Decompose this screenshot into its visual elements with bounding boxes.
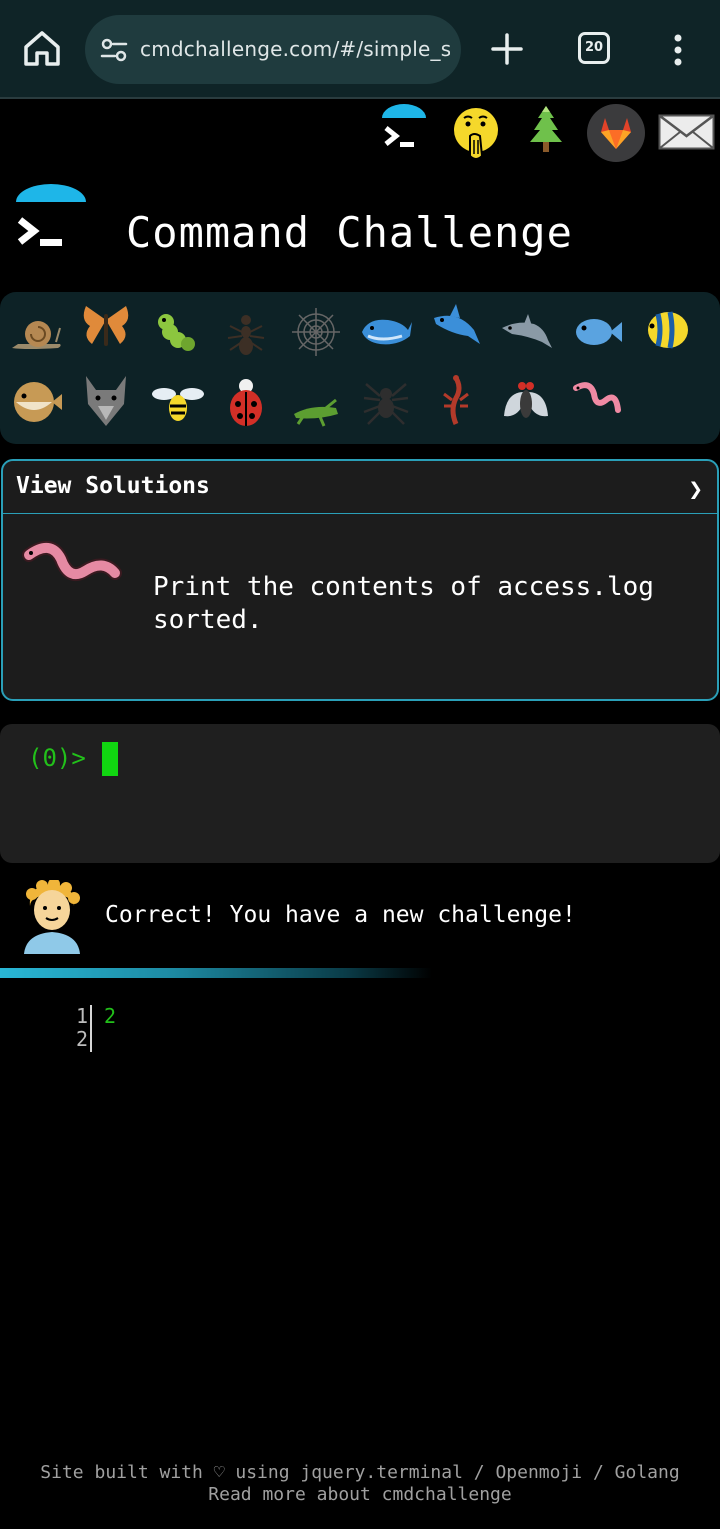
mail-icon[interactable] — [658, 114, 715, 150]
shark-icon[interactable] — [428, 300, 484, 356]
page-title: Command Challenge — [126, 208, 573, 257]
terminal-input[interactable]: (0)> — [0, 724, 720, 863]
face-hand-over-mouth-icon[interactable] — [450, 106, 502, 164]
site-settings-icon[interactable] — [99, 35, 129, 65]
tropical-fish-icon[interactable] — [640, 302, 696, 358]
line-number: 2 — [75, 1027, 88, 1051]
pufferfish-icon[interactable] — [8, 374, 64, 430]
cricket-icon[interactable] — [288, 378, 344, 434]
more-menu-icon[interactable] — [664, 30, 692, 70]
caterpillar-icon[interactable] — [150, 306, 206, 362]
challenge-description-line2: sorted. — [153, 605, 263, 635]
chevron-right-icon[interactable]: ❯ — [689, 475, 703, 503]
tab-switcher-button[interactable]: 20 — [578, 32, 610, 64]
dolphin-icon[interactable] — [498, 302, 554, 358]
home-icon[interactable] — [20, 26, 64, 70]
terminal-prompt: (0)> — [28, 744, 86, 772]
output-line-numbers: 1 2 — [60, 1005, 92, 1052]
spider-icon[interactable] — [358, 374, 414, 430]
feedback-message: Correct! You have a new challenge! — [105, 902, 576, 928]
url-text[interactable]: cmdchallenge.com/#/simple_sor — [140, 37, 450, 61]
view-solutions-label[interactable]: View Solutions — [16, 473, 210, 499]
terminal-cursor[interactable] — [102, 742, 118, 776]
footer-credits[interactable]: Site built with ♡ using jquery.terminal … — [0, 1462, 720, 1484]
browser-toolbar: cmdchallenge.com/#/simple_sor 20 — [0, 0, 720, 99]
bee-icon[interactable] — [150, 376, 206, 432]
worm-icon[interactable] — [568, 374, 624, 430]
challenge-description-line1: Print the contents of access.log — [153, 572, 654, 602]
line-number: 1 — [75, 1004, 88, 1028]
progress-bar — [0, 968, 432, 978]
ant-icon[interactable] — [218, 306, 274, 362]
wolf-icon[interactable] — [78, 372, 134, 428]
terminal-icon[interactable] — [378, 104, 430, 160]
read-more-link[interactable]: Read more about cmdchallenge — [0, 1484, 720, 1506]
logo-terminal-icon[interactable] — [12, 184, 90, 258]
challenge-card: View Solutions ❯ Print the contents of a… — [1, 459, 719, 701]
person-avatar-icon — [24, 880, 80, 954]
ladybug-icon[interactable] — [218, 374, 274, 430]
command-output: 2 — [104, 1005, 116, 1028]
challenge-description: Print the contents of access.log sorted. — [153, 571, 703, 637]
spider-web-icon[interactable] — [288, 304, 344, 360]
fish-icon[interactable] — [568, 304, 624, 360]
address-bar[interactable]: cmdchallenge.com/#/simple_sor — [85, 15, 461, 84]
output-line: 2 — [104, 1004, 117, 1028]
gitlab-icon[interactable] — [587, 104, 645, 162]
footer: Site built with ♡ using jquery.terminal … — [0, 1462, 720, 1506]
butterfly-icon[interactable] — [78, 300, 134, 356]
worm-icon — [22, 541, 122, 581]
tree-icon[interactable] — [524, 104, 568, 154]
scorpion-icon[interactable] — [428, 372, 484, 428]
snail-icon[interactable] — [8, 304, 64, 360]
fly-icon[interactable] — [498, 372, 554, 428]
new-tab-icon[interactable] — [488, 30, 526, 68]
view-solutions-toggle[interactable]: View Solutions ❯ — [3, 461, 717, 514]
whale-icon[interactable] — [358, 302, 414, 358]
challenge-bug-grid — [0, 292, 720, 444]
